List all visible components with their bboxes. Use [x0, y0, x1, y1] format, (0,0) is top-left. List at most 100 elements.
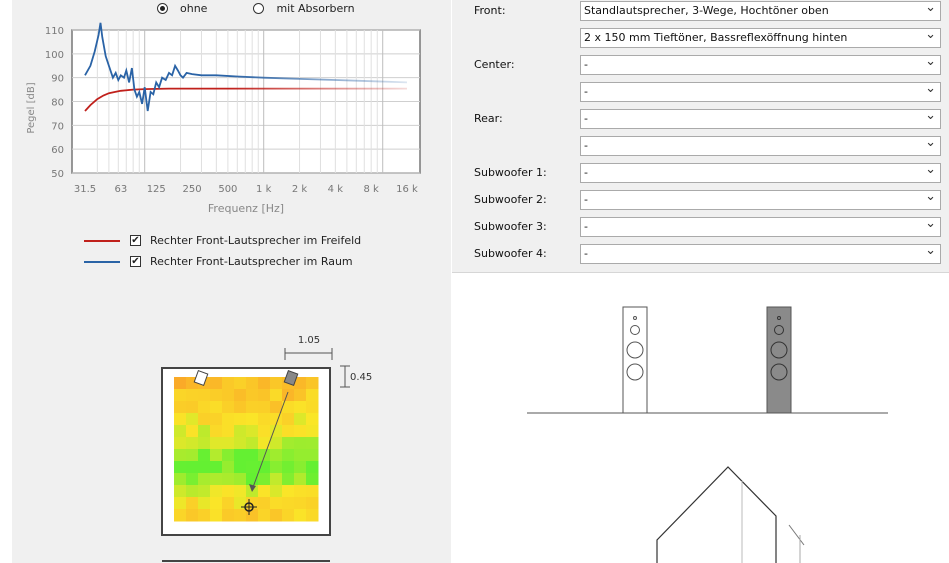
heatmap-cell: [174, 413, 187, 426]
heatmap-cell: [294, 437, 307, 450]
y-tick-label: 90: [51, 74, 64, 85]
heatmap-cell: [234, 437, 247, 450]
heatmap-cell: [294, 389, 307, 402]
chevron-down-icon[interactable]: ⌄: [925, 2, 936, 17]
speaker-select[interactable]: - ⌄: [580, 55, 941, 75]
heatmap-cell: [222, 509, 235, 522]
heatmap-cell: [174, 461, 187, 474]
chevron-down-icon[interactable]: ⌄: [925, 83, 936, 98]
heatmap-cell: [306, 413, 319, 426]
listening-heatmap: [174, 377, 319, 522]
chevron-down-icon[interactable]: ⌄: [925, 218, 936, 233]
radio-dot[interactable]: [253, 3, 265, 14]
x-tick-label: 2 k: [292, 184, 308, 195]
chevron-down-icon[interactable]: ⌄: [925, 56, 936, 71]
heatmap-cell: [234, 485, 247, 498]
heatmap-cell: [186, 509, 199, 522]
radio-label-ohne: ohne: [180, 2, 208, 15]
legend-checkbox-raum[interactable]: ✔: [130, 256, 141, 267]
chevron-down-icon[interactable]: ⌄: [925, 245, 936, 260]
heatmap-cell: [234, 509, 247, 522]
heatmap-cell: [222, 413, 235, 426]
heatmap-cell: [186, 485, 199, 498]
heatmap-cell: [294, 473, 307, 486]
x-tick-label: 63: [114, 184, 127, 195]
speaker-elevation-drawing: [527, 306, 888, 563]
heatmap-cell: [294, 401, 307, 414]
heatmap-cell: [222, 473, 235, 486]
heatmap-cell: [234, 473, 247, 486]
config-label: Subwoofer 1:: [474, 166, 547, 179]
legend-label-raum: Rechter Front-Lautsprecher im Raum: [150, 255, 353, 268]
config-label: Subwoofer 3:: [474, 220, 547, 233]
heatmap-cell: [306, 425, 319, 438]
legend-item-freifeld[interactable]: ✔ Rechter Front-Lautsprecher im Freifeld: [84, 234, 361, 247]
speaker-select-value: -: [584, 112, 588, 125]
heatmap-cell: [294, 461, 307, 474]
speaker-select[interactable]: - ⌄: [580, 109, 941, 129]
heatmap-cell: [306, 437, 319, 450]
heatmap-cell: [306, 497, 319, 510]
radio-dot[interactable]: [157, 3, 168, 14]
radio-ohne[interactable]: ohne: [157, 2, 207, 15]
x-tick-label: 250: [183, 184, 202, 195]
speaker-select-value: -: [584, 247, 588, 260]
y-tick-label: 80: [51, 98, 64, 109]
heatmap-cell: [234, 389, 247, 402]
dimension-depth: 0.45: [340, 365, 372, 388]
heatmap-cell: [222, 497, 235, 510]
heatmap-cell: [210, 437, 223, 450]
heatmap-cell: [246, 437, 259, 450]
config-label: Front:: [474, 4, 506, 17]
speaker-select[interactable]: - ⌄: [580, 82, 941, 102]
dimension-depth-label: 0.45: [350, 372, 372, 383]
heatmap-cell: [198, 509, 211, 522]
x-tick-label: 125: [147, 184, 166, 195]
heatmap-cell: [282, 413, 295, 426]
legend-item-raum[interactable]: ✔ Rechter Front-Lautsprecher im Raum: [84, 255, 353, 268]
heatmap-cell: [234, 377, 247, 390]
heatmap-cell: [222, 425, 235, 438]
chevron-down-icon[interactable]: ⌄: [925, 191, 936, 206]
speaker-select[interactable]: - ⌄: [580, 244, 941, 264]
chart-y-ticks: 110 100 90 80 70 60 50: [45, 26, 64, 180]
room-plan: 1.05 0.45: [161, 335, 372, 562]
heatmap-cell: [306, 473, 319, 486]
chevron-down-icon[interactable]: ⌄: [925, 137, 936, 152]
heatmap-cell: [222, 377, 235, 390]
heatmap-cell: [282, 485, 295, 498]
legend-checkbox-freifeld[interactable]: ✔: [130, 235, 141, 246]
heatmap-cell: [270, 461, 283, 474]
heatmap-cell: [210, 497, 223, 510]
radio-mit-absorbern[interactable]: mit Absorbern: [253, 2, 355, 15]
heatmap-cell: [246, 389, 259, 402]
heatmap-cell: [210, 401, 223, 414]
chevron-down-icon[interactable]: ⌄: [925, 110, 936, 125]
speaker-right-front-view: [766, 306, 792, 414]
radio-label-mit-absorbern: mit Absorbern: [276, 2, 355, 15]
heatmap-cell: [306, 377, 319, 390]
heatmap-cell: [270, 509, 283, 522]
heatmap-cell: [198, 437, 211, 450]
chevron-down-icon[interactable]: ⌄: [925, 29, 936, 44]
heatmap-cell: [234, 401, 247, 414]
x-tick-label: 4 k: [328, 184, 344, 195]
heatmap-cell: [282, 497, 295, 510]
speaker-select[interactable]: 2 x 150 mm Tieftöner, Bassreflexöffnung …: [580, 28, 941, 48]
heatmap-cell: [222, 401, 235, 414]
chevron-down-icon[interactable]: ⌄: [925, 164, 936, 179]
speaker-select[interactable]: - ⌄: [580, 190, 941, 210]
speaker-select[interactable]: - ⌄: [580, 163, 941, 183]
x-tick-label: 8 k: [364, 184, 380, 195]
heatmap-cell: [258, 413, 271, 426]
speaker-select[interactable]: Standlautsprecher, 3-Wege, Hochtöner obe…: [580, 1, 941, 21]
speaker-select[interactable]: - ⌄: [580, 217, 941, 237]
speaker-select[interactable]: - ⌄: [580, 136, 941, 156]
heatmap-cell: [294, 449, 307, 462]
chart-x-ticks: 31.5 63 125 250 500 1 k 2 k 4 k 8 k 16 k: [74, 184, 418, 195]
speaker-select-value: -: [584, 166, 588, 179]
heatmap-cell: [210, 461, 223, 474]
heatmap-cell: [282, 473, 295, 486]
speaker-select-value: Standlautsprecher, 3-Wege, Hochtöner obe…: [584, 4, 829, 17]
heatmap-cell: [210, 425, 223, 438]
